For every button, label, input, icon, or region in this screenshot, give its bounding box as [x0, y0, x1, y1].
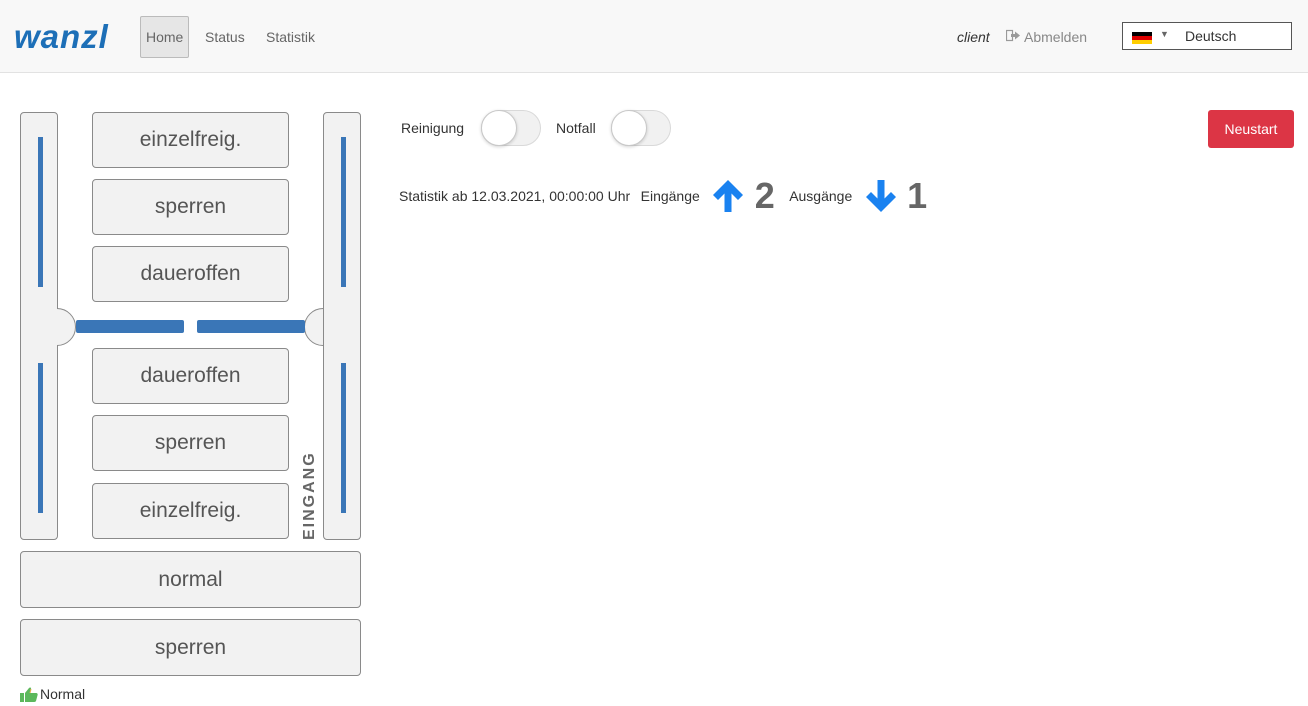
bottom-permanent-open-button[interactable]: daueroffen: [92, 348, 289, 404]
cleaning-toggle-knob: [481, 110, 517, 146]
statistics-since-text: Statistik ab 12.03.2021, 00:00:00 Uhr: [399, 188, 631, 204]
top-lock-button[interactable]: sperren: [92, 179, 289, 235]
statistics-summary: Statistik ab 12.03.2021, 00:00:00 Uhr Ei…: [399, 175, 937, 216]
language-label: Deutsch: [1185, 28, 1237, 44]
bottom-single-release-button[interactable]: einzelfreig.: [92, 483, 289, 539]
arrow-up-icon: [713, 180, 744, 212]
right-pillar-lower-bar: [341, 363, 346, 513]
right-gate-arm: [197, 320, 305, 333]
language-select[interactable]: ▼ Deutsch: [1122, 22, 1292, 50]
emergency-toggle-knob: [611, 110, 647, 146]
nav-home-link[interactable]: Home: [140, 16, 190, 58]
german-flag-icon: [1132, 32, 1152, 44]
cleaning-toggle-label: Reinigung: [401, 120, 465, 136]
restart-button[interactable]: Neustart: [1208, 110, 1294, 148]
thumbs-up-icon: [20, 687, 38, 706]
left-pillar-lower-bar: [38, 363, 43, 513]
logout-link[interactable]: Abmelden: [1005, 16, 1088, 58]
nav-statistik-link[interactable]: Statistik: [266, 16, 315, 58]
logout-label: Abmelden: [1024, 29, 1088, 45]
caret-down-icon: ▼: [1160, 29, 1169, 39]
emergency-toggle[interactable]: [611, 110, 671, 146]
gate-status-label: Normal: [40, 686, 86, 702]
wanzl-logo[interactable]: wanzl: [14, 17, 109, 57]
bottom-lock-button[interactable]: sperren: [92, 415, 289, 471]
top-permanent-open-button[interactable]: daueroffen: [92, 246, 289, 302]
sign-out-icon: [1005, 16, 1024, 58]
right-pillar-upper-bar: [341, 137, 346, 287]
left-pillar-upper-bar: [38, 137, 43, 287]
gate-status: Normal: [20, 685, 85, 706]
normal-mode-button[interactable]: normal: [20, 551, 361, 608]
lock-mode-button[interactable]: sperren: [20, 619, 361, 676]
top-navbar: wanzl Home Status Statistik client Abmel…: [0, 0, 1308, 73]
exits-count: 1: [907, 175, 928, 216]
nav-status-link[interactable]: Status: [205, 16, 245, 58]
client-username: client: [957, 29, 990, 45]
right-gate-pillar: [323, 112, 361, 540]
entries-count: 2: [754, 175, 775, 216]
left-gate-arm: [76, 320, 184, 333]
entrance-label: EINGANG: [301, 451, 318, 540]
top-single-release-button[interactable]: einzelfreig.: [92, 112, 289, 168]
arrow-down-icon: [865, 180, 896, 212]
entries-label: Eingänge: [640, 188, 700, 204]
left-gate-pillar: [20, 112, 58, 540]
exits-label: Ausgänge: [789, 188, 853, 204]
emergency-toggle-label: Notfall: [556, 120, 596, 136]
cleaning-toggle[interactable]: [481, 110, 541, 146]
